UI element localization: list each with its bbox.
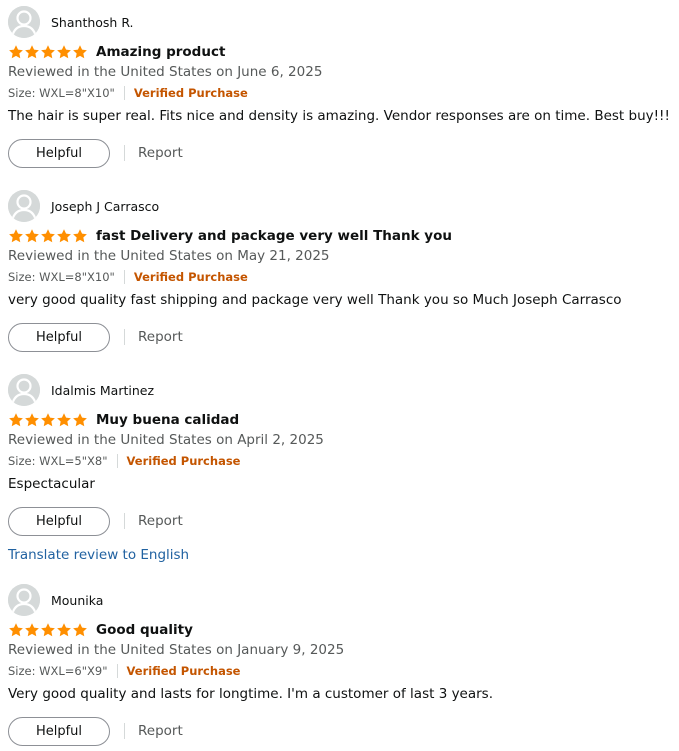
- user-silhouette-icon: [8, 6, 40, 38]
- star-icon: [25, 413, 39, 427]
- action-divider: [124, 329, 125, 345]
- star-icon: [57, 623, 71, 637]
- star-icon: [73, 229, 87, 243]
- review-text: The hair is super real. Fits nice and de…: [8, 108, 670, 124]
- user-silhouette-icon: [8, 584, 40, 616]
- review-actions: Helpful Report: [8, 715, 183, 747]
- helpful-button[interactable]: Helpful: [8, 322, 110, 352]
- review-card: Mounika Good quality Reviewed in the Uni…: [8, 584, 673, 751]
- verified-purchase-badge: Verified Purchase: [126, 664, 241, 678]
- star-icon: [73, 45, 87, 59]
- verified-purchase-badge: Verified Purchase: [126, 454, 241, 468]
- review-actions: Helpful Report: [8, 321, 183, 353]
- reviewer-profile[interactable]: Shanthosh R.: [8, 6, 134, 38]
- action-divider: [124, 513, 125, 529]
- rating-row: fast Delivery and package very well Than…: [8, 226, 452, 246]
- reviewer-profile[interactable]: Idalmis Martinez: [8, 374, 154, 406]
- helpful-button[interactable]: Helpful: [8, 138, 110, 168]
- review-date: Reviewed in the United States on April 2…: [8, 432, 324, 448]
- verified-purchase-badge: Verified Purchase: [133, 86, 248, 100]
- review-date: Reviewed in the United States on January…: [8, 642, 345, 658]
- review-meta: Size: WXL=8"X10" Verified Purchase: [8, 268, 248, 286]
- meta-divider: [123, 86, 125, 100]
- review-title[interactable]: Good quality: [96, 622, 193, 638]
- review-date: Reviewed in the United States on May 21,…: [8, 248, 330, 264]
- rating-row: Good quality: [8, 620, 193, 640]
- star-icon: [25, 623, 39, 637]
- product-variant[interactable]: Size: WXL=8"X10": [8, 270, 115, 284]
- star-icon: [41, 623, 55, 637]
- star-rating[interactable]: [8, 44, 88, 60]
- star-icon: [9, 45, 23, 59]
- translate-review-link[interactable]: Translate review to English: [8, 547, 189, 563]
- review-title[interactable]: Amazing product: [96, 44, 225, 60]
- report-link[interactable]: Report: [138, 513, 183, 529]
- review-title[interactable]: Muy buena calidad: [96, 412, 239, 428]
- review-actions: Helpful Report: [8, 137, 183, 169]
- star-rating[interactable]: [8, 228, 88, 244]
- review-meta: Size: WXL=8"X10" Verified Purchase: [8, 84, 248, 102]
- verified-purchase-badge: Verified Purchase: [133, 270, 248, 284]
- meta-divider: [123, 270, 125, 284]
- review-text: very good quality fast shipping and pack…: [8, 292, 622, 308]
- star-icon: [57, 413, 71, 427]
- report-link[interactable]: Report: [138, 329, 183, 345]
- star-icon: [41, 45, 55, 59]
- review-meta: Size: WXL=5"X8" Verified Purchase: [8, 452, 240, 470]
- star-icon: [57, 229, 71, 243]
- reviewer-profile[interactable]: Joseph J Carrasco: [8, 190, 159, 222]
- reviewer-profile[interactable]: Mounika: [8, 584, 103, 616]
- report-link[interactable]: Report: [138, 723, 183, 739]
- star-rating[interactable]: [8, 412, 88, 428]
- product-variant[interactable]: Size: WXL=5"X8": [8, 454, 108, 468]
- user-silhouette-icon: [8, 190, 40, 222]
- review-date: Reviewed in the United States on June 6,…: [8, 64, 323, 80]
- helpful-button[interactable]: Helpful: [8, 716, 110, 746]
- action-divider: [124, 145, 125, 161]
- user-silhouette-icon: [8, 374, 40, 406]
- review-text: Espectacular: [8, 476, 95, 492]
- star-icon: [57, 45, 71, 59]
- review-card: Shanthosh R. Amazing product Reviewed in…: [8, 6, 673, 178]
- meta-divider: [116, 664, 118, 678]
- product-variant[interactable]: Size: WXL=8"X10": [8, 86, 115, 100]
- review-actions: Helpful Report: [8, 505, 183, 537]
- star-icon: [9, 413, 23, 427]
- reviewer-name: Joseph J Carrasco: [51, 198, 160, 214]
- star-icon: [25, 45, 39, 59]
- review-meta: Size: WXL=6"X9" Verified Purchase: [8, 662, 240, 680]
- action-divider: [124, 723, 125, 739]
- star-icon: [25, 229, 39, 243]
- review-card: Idalmis Martinez Muy buena calidad Revie…: [8, 374, 673, 568]
- reviewer-name: Mounika: [51, 592, 104, 608]
- meta-divider: [116, 454, 118, 468]
- reviewer-name: Idalmis Martinez: [51, 382, 155, 398]
- product-variant[interactable]: Size: WXL=6"X9": [8, 664, 108, 678]
- star-icon: [9, 229, 23, 243]
- review-card: Joseph J Carrasco fast Delivery and pack…: [8, 190, 673, 362]
- helpful-button[interactable]: Helpful: [8, 506, 110, 536]
- star-icon: [73, 413, 87, 427]
- rating-row: Amazing product: [8, 42, 225, 62]
- star-icon: [9, 623, 23, 637]
- review-text: Very good quality and lasts for longtime…: [8, 686, 494, 702]
- reviewer-name: Shanthosh R.: [51, 14, 134, 30]
- review-title[interactable]: fast Delivery and package very well Than…: [96, 228, 452, 244]
- star-icon: [41, 413, 55, 427]
- report-link[interactable]: Report: [138, 145, 183, 161]
- rating-row: Muy buena calidad: [8, 410, 239, 430]
- star-icon: [41, 229, 55, 243]
- star-rating[interactable]: [8, 622, 88, 638]
- star-icon: [73, 623, 87, 637]
